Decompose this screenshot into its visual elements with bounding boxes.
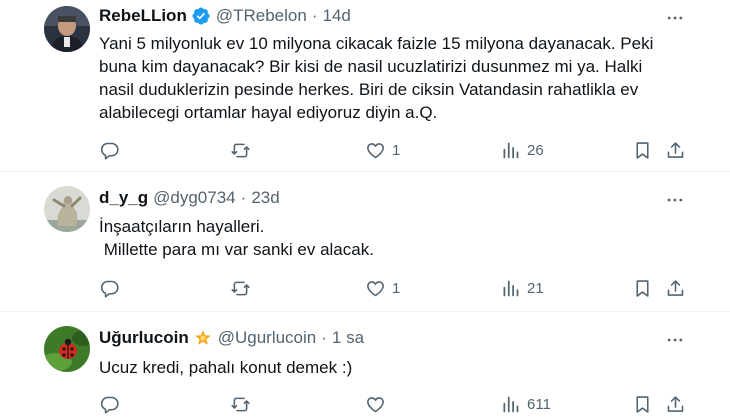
- separator: ·: [321, 328, 327, 347]
- more-options-icon[interactable]: [663, 330, 687, 350]
- retweet-button[interactable]: [230, 392, 257, 416]
- views-icon: [503, 280, 519, 296]
- like-button[interactable]: 1: [365, 138, 400, 162]
- view-count: 21: [527, 279, 544, 297]
- like-count: 1: [392, 141, 401, 159]
- share-button[interactable]: [665, 138, 686, 162]
- share-button[interactable]: [665, 392, 686, 416]
- display-name[interactable]: Uğurlucoin: [99, 328, 189, 348]
- heart-icon: [367, 396, 384, 412]
- bookmark-icon: [636, 395, 649, 413]
- reply-icon: [100, 396, 119, 414]
- bookmark-icon: [636, 141, 649, 159]
- retweet-button[interactable]: [230, 276, 257, 300]
- display-name[interactable]: RebeLLion: [99, 6, 187, 26]
- tweet-header: d_y_g @dyg0734 · 23d: [99, 186, 280, 210]
- tweet-header: Uğurlucoin @Ugurlucoin · 1 sa: [99, 326, 364, 350]
- like-count: 1: [392, 279, 401, 297]
- separator: ·: [311, 6, 318, 25]
- like-button[interactable]: 1: [365, 276, 400, 300]
- views-button[interactable]: 611: [500, 392, 551, 416]
- reply-button[interactable]: [99, 276, 126, 300]
- reply-icon: [100, 280, 119, 298]
- tweet-header: RebeLLion @TRebelon · 14d: [99, 4, 351, 28]
- avatar[interactable]: [44, 6, 90, 52]
- heart-icon: [367, 142, 384, 158]
- tweet-1[interactable]: RebeLLion @TRebelon · 14d Yani 5 milyonl…: [0, 0, 730, 172]
- tweet-text: İnşaatçıların hayalleri. Millette para m…: [99, 215, 659, 261]
- tweet-line: Millette para mı var sanki ev alacak.: [99, 240, 374, 259]
- tweet-actions: 1 26: [99, 138, 689, 162]
- tweet-text: Yani 5 milyonluk ev 10 milyona cikacak f…: [99, 32, 659, 124]
- user-handle[interactable]: @Ugurlucoin: [218, 328, 317, 348]
- tweet-2[interactable]: d_y_g @dyg0734 · 23d İnşaatçıların hayal…: [0, 172, 730, 312]
- tweet-line: İnşaatçıların hayalleri.: [99, 217, 265, 236]
- more-options-icon[interactable]: [663, 190, 687, 210]
- views-icon: [503, 142, 519, 158]
- tweet-actions: 611: [99, 392, 689, 416]
- bookmark-button[interactable]: [632, 392, 653, 416]
- separator: ·: [240, 188, 247, 207]
- tweet-text: Ucuz kredi, pahalı konut demek :): [99, 356, 659, 379]
- tweet-3[interactable]: Uğurlucoin @Ugurlucoin · 1 sa Ucuz kredi…: [0, 312, 730, 420]
- retweet-button[interactable]: [230, 138, 257, 162]
- bookmark-icon: [636, 279, 649, 297]
- view-count: 611: [527, 395, 551, 413]
- retweet-icon: [231, 143, 250, 157]
- share-icon: [667, 279, 684, 296]
- more-options-icon[interactable]: [663, 8, 687, 28]
- tweet-line: nasil duduklerizin pesinde herkes. Biri …: [99, 80, 639, 99]
- tweet-line: Ucuz kredi, pahalı konut demek :): [99, 358, 353, 377]
- reply-button[interactable]: [99, 138, 126, 162]
- bookmark-button[interactable]: [632, 276, 653, 300]
- timestamp[interactable]: 1 sa: [332, 328, 364, 348]
- retweet-icon: [231, 281, 250, 295]
- tweet-line: alabilecegi ortamlar hayal ediyoruz diyi…: [99, 103, 438, 122]
- avatar[interactable]: [44, 326, 90, 372]
- share-button[interactable]: [665, 276, 686, 300]
- timestamp[interactable]: 14d: [322, 6, 350, 26]
- tweet-line: buna kim dayanacak? Bir kisi de nasil uc…: [99, 57, 643, 76]
- user-handle[interactable]: @TRebelon: [216, 6, 307, 26]
- display-name[interactable]: d_y_g: [99, 188, 148, 208]
- view-count: 26: [527, 141, 544, 159]
- reply-icon: [100, 142, 119, 160]
- user-handle[interactable]: @dyg0734: [153, 188, 236, 208]
- views-button[interactable]: 21: [500, 276, 544, 300]
- bookmark-button[interactable]: [632, 138, 653, 162]
- views-button[interactable]: 26: [500, 138, 544, 162]
- verified-badge-icon: [191, 6, 211, 26]
- views-icon: [503, 396, 519, 412]
- tweet-line: Yani 5 milyonluk ev 10 milyona cikacak f…: [99, 34, 654, 53]
- share-icon: [667, 141, 684, 158]
- star-emoji-icon: [193, 328, 213, 348]
- tweet-actions: 1 21: [99, 276, 689, 300]
- reply-button[interactable]: [99, 392, 126, 416]
- retweet-icon: [231, 397, 250, 411]
- share-icon: [667, 395, 684, 412]
- avatar[interactable]: [44, 186, 90, 232]
- timestamp[interactable]: 23d: [251, 188, 279, 208]
- heart-icon: [367, 280, 384, 296]
- like-button[interactable]: [365, 392, 392, 416]
